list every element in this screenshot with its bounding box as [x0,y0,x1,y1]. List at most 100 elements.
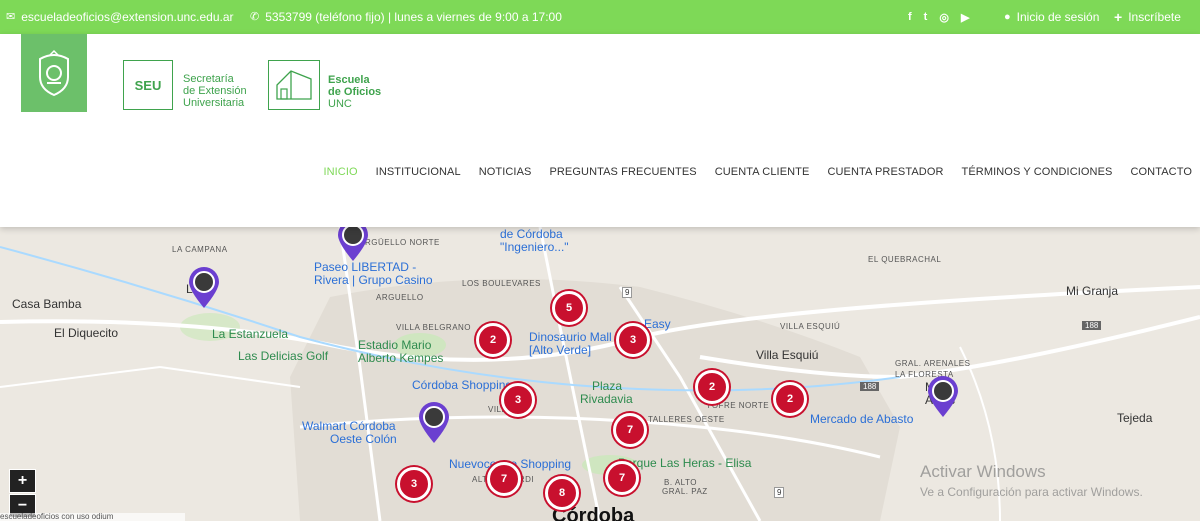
social-links: f t ◎ ▶ [908,0,969,34]
facebook-icon[interactable]: f [908,11,912,23]
route-9-shield-south: 9 [774,487,785,498]
marker-cluster[interactable]: 3 [616,323,650,357]
top-bar: ✉ escueladeoficios@extension.unc.edu.ar … [0,0,1200,34]
instagram-icon[interactable]: ◎ [939,11,949,24]
esc-line2: de Oficios [328,86,382,98]
map-view[interactable]: LA CAMPANA RGÜELLO NORTE de Córdoba "Ing… [0,227,1200,521]
map-label-villa-belgrano: VILLA BELGRANO [396,323,472,332]
map-label-cordoba-ingeniero-2: "Ingeniero..." [500,240,569,254]
nav-cuenta-prestador[interactable]: CUENTA PRESTADOR [827,166,943,178]
seu-text: Secretaría de Extensión Universitaria [183,73,247,109]
map-label-el-diquecito: El Diquecito [54,326,119,340]
map-label-walmart-2: Oeste Colón [330,432,397,446]
seu-abbr: SEU [123,60,173,110]
map-label-villa-esquiu-small: VILLA ESQUIÚ [780,322,841,331]
contact-email[interactable]: ✉ escueladeoficios@extension.unc.edu.ar [6,0,234,34]
map-label-la-estanzuela: La Estanzuela [212,327,289,341]
phone-icon: ✆ [250,10,260,23]
zoom-in-button[interactable]: + [9,469,36,493]
map-label-dinosaurio-2: [Alto Verde] [529,343,592,357]
register-link[interactable]: + Inscríbete [1114,0,1181,34]
map-label-mi-granja: Mi Granja [1066,284,1119,298]
map-label-la-campana: LA CAMPANA [172,245,228,254]
map-label-paseo-libertad-2: Rivera | Grupo Casino [314,273,433,287]
location-pin[interactable] [334,227,372,263]
map-label-casa-bamba: Casa Bamba [12,297,82,311]
twitter-icon[interactable]: t [924,11,928,23]
unc-crest-icon [39,49,69,97]
marker-cluster[interactable]: 7 [605,461,639,495]
route-188-shield: 188 [1082,321,1102,330]
map-label-mercado-abasto: Mercado de Abasto [810,412,914,426]
seu-line1: Secretaría [183,73,234,85]
contact-phone: ✆ 5353799 (teléfono fijo) | lunes a vier… [250,0,562,34]
login-link[interactable]: ● Inicio de sesión [1004,0,1099,34]
map-label-easy: Easy [644,317,671,331]
map-label-gral-arenales: GRAL. ARENALES [895,359,971,368]
watermark-subtitle: Ve a Configuración para activar Windows. [920,485,1143,499]
plus-icon: + [1114,9,1123,25]
phone-text: 5353799 (teléfono fijo) | lunes a vierne… [265,10,562,24]
map-attribution: escueladeoficios con uso odium [0,513,185,521]
escuela-text: Escuela de Oficios UNC [328,74,381,110]
nav-terminos[interactable]: TÉRMINOS Y CONDICIONES [962,166,1113,178]
marker-cluster[interactable]: 7 [613,413,647,447]
marker-cluster[interactable]: 3 [397,467,431,501]
seu-line2: de Extensión [183,85,247,97]
house-icon [268,60,320,110]
nav-preguntas-frecuentes[interactable]: PREGUNTAS FRECUENTES [549,166,696,178]
map-label-cordoba-ingeniero-1: de Córdoba [500,227,563,241]
envelope-icon: ✉ [6,10,16,23]
map-label-b-alto: B. ALTO [664,478,697,487]
map-label-tejeda: Tejeda [1117,411,1153,425]
map-label-los-boulevares: LOS BOULEVARES [462,279,541,288]
map-label-estadio-2: Alberto Kempes [358,351,444,365]
user-icon: ● [1004,10,1011,23]
nav-inicio[interactable]: INICIO [323,166,357,178]
map-label-dinosaurio-1: Dinosaurio Mall [529,330,612,344]
marker-cluster[interactable]: 3 [501,383,535,417]
watermark-title: Activar Windows [920,462,1046,481]
location-pin[interactable] [185,264,223,310]
map-label-arguello-norte: RGÜELLO NORTE [365,238,440,247]
map-label-las-delicias: Las Delicias Golf [238,349,329,363]
marker-cluster[interactable]: 2 [773,382,807,416]
nav-contacto[interactable]: CONTACTO [1130,166,1192,178]
unc-logo[interactable] [21,34,87,112]
map-label-villa-esquiu: Villa Esquiú [756,348,819,362]
marker-cluster[interactable]: 7 [487,462,521,496]
route-188-shield-west: 188 [860,382,880,391]
email-text: escueladeoficios@extension.unc.edu.ar [21,10,234,24]
marker-cluster[interactable]: 2 [476,323,510,357]
windows-activation-watermark: Activar Windows Ve a Configuración para … [920,462,1143,499]
nav-cuenta-cliente[interactable]: CUENTA CLIENTE [715,166,810,178]
location-pin[interactable] [415,399,453,445]
main-nav: INICIO INSTITUCIONAL NOTICIAS PREGUNTAS … [323,166,1192,178]
marker-cluster[interactable]: 8 [545,476,579,510]
marker-cluster[interactable]: 5 [552,291,586,325]
esc-line3: UNC [328,98,352,110]
route-9-shield: 9 [622,287,633,298]
map-label-parque-las-heras: Parque Las Heras - Elisa [618,456,752,470]
map-label-walmart-1: Walmart Córdoba [302,419,396,433]
map-label-talleres-oeste: TALLERES OESTE [648,415,725,424]
location-pin[interactable] [924,373,962,419]
seu-logo[interactable]: SEU Secretaría de Extensión Universitari… [123,60,253,112]
marker-cluster[interactable]: 2 [695,370,729,404]
register-label: Inscríbete [1128,10,1181,24]
map-label-gral-paz: GRAL. PAZ [662,487,708,496]
map-label-plaza-rivadavia-2: Rivadavia [580,392,633,406]
login-label: Inicio de sesión [1016,10,1100,24]
map-label-el-quebrachal: EL QUEBRACHAL [868,255,942,264]
nav-noticias[interactable]: NOTICIAS [479,166,532,178]
map-label-arguello: ARGUELLO [376,293,424,302]
seu-line3: Universitaria [183,97,245,109]
nav-institucional[interactable]: INSTITUCIONAL [376,166,461,178]
map-label-estadio-1: Estadio Mario [358,338,432,352]
map-label-cordoba-shopping: Córdoba Shopping [412,378,513,392]
youtube-icon[interactable]: ▶ [961,11,969,24]
esc-line1: Escuela [328,74,370,86]
escuela-oficios-logo[interactable]: Escuela de Oficios UNC [268,60,388,112]
site-header: SEU Secretaría de Extensión Universitari… [0,34,1200,227]
map-label-plaza-rivadavia-1: Plaza [592,379,623,393]
